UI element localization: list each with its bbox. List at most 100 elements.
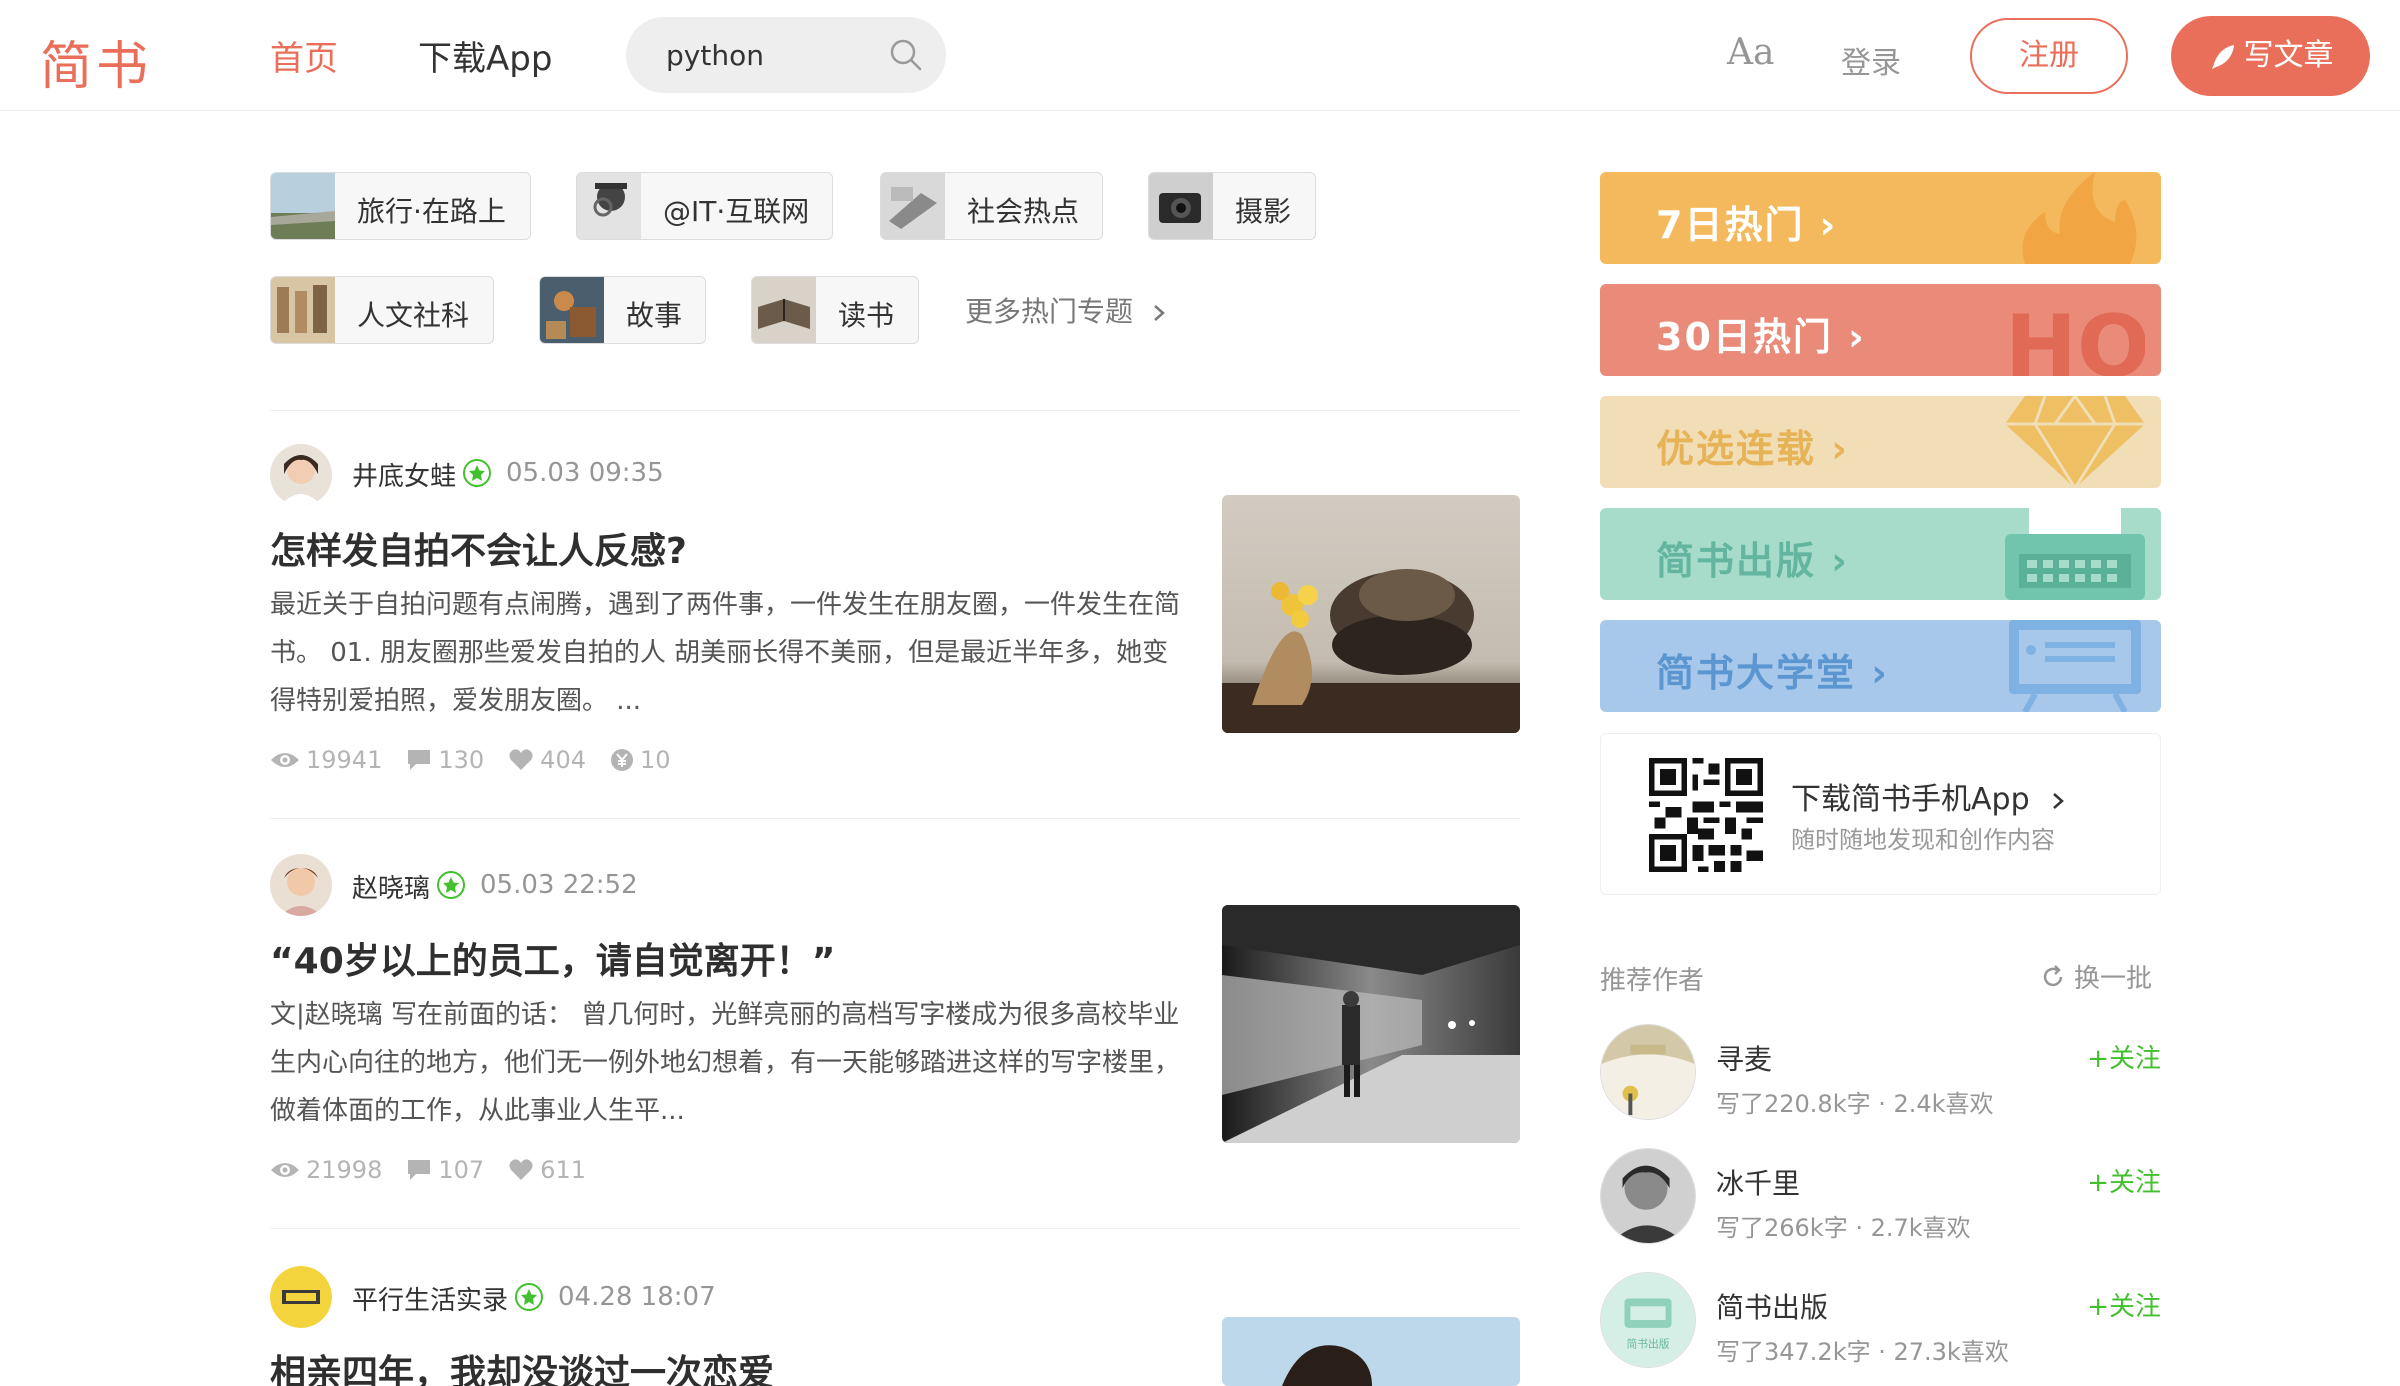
article-thumbnail[interactable] (1222, 495, 1520, 733)
author-name[interactable]: 简书出版 (1716, 1286, 1828, 1326)
article-item[interactable]: 井底女蛙 05.03 09:35 怎样发自拍不会让人反感? 最近关于自拍问题有点… (270, 440, 1520, 820)
follow-button[interactable]: +关注 (2087, 1162, 2161, 1199)
author-avatar[interactable] (270, 854, 332, 916)
topic-photography[interactable]: 摄影 (1148, 172, 1316, 240)
topic-it[interactable]: @IT·互联网 (576, 172, 833, 240)
rewards-count: 10 (639, 746, 671, 774)
topic-humanities[interactable]: 人文社科 (270, 276, 494, 344)
author-avatar[interactable]: 简书出版 (1600, 1272, 1696, 1368)
search-input[interactable] (666, 35, 886, 75)
article-item[interactable]: 赵晓璃 05.03 22:52 “40岁以上的员工，请自觉离开！” 文|赵晓璃 … (270, 850, 1520, 1230)
comment-icon (408, 750, 431, 770)
search-icon[interactable] (888, 37, 924, 73)
topic-story[interactable]: 故事 (539, 276, 706, 344)
topic-label: 人文社科 (357, 299, 470, 332)
refresh-authors-button[interactable]: 换一批 (2040, 958, 2152, 995)
download-app-title[interactable]: 下载简书手机App (1791, 774, 2069, 818)
signup-button[interactable]: 注册 (1970, 18, 2128, 94)
author-name[interactable]: 平行生活实录 (352, 1280, 508, 1317)
comments-count: 130 (438, 746, 485, 774)
likes-count: 611 (540, 1156, 586, 1184)
avatar-caption: 简书出版 (1626, 1337, 1669, 1350)
top-navbar: 简书 首页 下载App Aa 登录 注册 写文章 (0, 0, 2400, 111)
more-topics-link[interactable]: 更多热门专题 (965, 290, 1170, 330)
typewriter-icon (2005, 508, 2145, 600)
author-name[interactable]: 井底女蛙 (352, 456, 456, 493)
follow-button[interactable]: +关注 (2087, 1286, 2161, 1323)
article-thumbnail[interactable] (1222, 1317, 1520, 1386)
verified-star-icon (437, 871, 465, 899)
verified-star-icon (463, 459, 491, 487)
download-app-subtitle: 随时随地发现和创作内容 (1791, 826, 2055, 854)
login-link[interactable]: 登录 (1841, 38, 1901, 82)
author-avatar[interactable] (270, 1266, 332, 1328)
article-title[interactable]: 怎样发自拍不会让人反感? (270, 522, 687, 574)
views-count: 19941 (306, 746, 383, 774)
article-thumbnail[interactable] (1222, 905, 1520, 1143)
board-30day-hot[interactable]: 30日热门 › HOT (1600, 284, 2161, 376)
svg-text:HOT: HOT (2005, 297, 2145, 376)
board-label: 优选连载 › (1656, 427, 1849, 471)
jianshu-logo[interactable]: 简书 (40, 24, 152, 99)
hot-text-icon: HOT (2005, 297, 2145, 376)
follow-button[interactable]: +关注 (2087, 1038, 2161, 1075)
yuan-coin-icon (610, 749, 633, 771)
nav-download-app[interactable]: 下载App (418, 31, 552, 80)
topic-travel[interactable]: 旅行·在路上 (270, 172, 531, 240)
board-jianshu-university[interactable]: 简书大学堂 › (1600, 620, 2161, 712)
topic-label: 故事 (626, 299, 683, 332)
board-label: 简书出版 › (1656, 539, 1849, 583)
board-label: 30日热门 › (1656, 315, 1866, 359)
author-name[interactable]: 冰千里 (1716, 1162, 1800, 1202)
views-count: 21998 (306, 1156, 383, 1184)
post-time: 04.28 18:07 (558, 1282, 716, 1312)
author-avatar[interactable] (1600, 1148, 1696, 1244)
chevron-right-icon (2053, 792, 2065, 809)
views-stat[interactable]: 21998 (270, 1156, 382, 1184)
topic-reading[interactable]: 读书 (751, 276, 919, 344)
download-app-card[interactable]: 下载简书手机App 随时随地发现和创作内容 (1600, 733, 2161, 895)
article-item[interactable]: 平行生活实录 04.28 18:07 相亲四年，我却没谈过一次恋爱 (270, 1262, 1520, 1386)
board-jianshu-publishing[interactable]: 简书出版 › (1600, 508, 2161, 600)
author-avatar[interactable] (1600, 1024, 1696, 1120)
topic-thumb-travel (271, 173, 335, 239)
comments-stat[interactable]: 130 (406, 746, 484, 774)
article-title[interactable]: “40岁以上的员工，请自觉离开！” (270, 932, 835, 984)
list-divider (270, 818, 1520, 819)
write-article-button[interactable]: 写文章 (2171, 16, 2370, 96)
flame-icon (2022, 172, 2137, 264)
author-name[interactable]: 赵晓璃 (352, 868, 430, 905)
board-label: 简书大学堂 › (1656, 651, 1889, 695)
comments-count: 107 (438, 1156, 485, 1184)
font-size-toggle[interactable]: Aa (1727, 32, 1774, 73)
chevron-right-icon (1154, 305, 1165, 321)
article-abstract: 文|赵晓璃 写在前面的话： 曾几何时，光鲜亮丽的高档写字楼成为很多高校毕业生内心… (270, 1000, 1181, 1126)
comments-stat[interactable]: 107 (406, 1156, 484, 1184)
author-name[interactable]: 寻麦 (1716, 1038, 1772, 1078)
topic-thumb-it (577, 173, 641, 239)
board-7day-hot[interactable]: 7日热门 › (1600, 172, 2161, 264)
article-meta: 19941 130 404 10 (270, 746, 671, 774)
post-time: 05.03 22:52 (480, 870, 638, 900)
eye-icon (271, 753, 299, 767)
board-label: 7日热门 › (1656, 203, 1838, 247)
author-avatar[interactable] (270, 444, 332, 506)
likes-stat: 404 (508, 746, 586, 774)
views-stat[interactable]: 19941 (270, 746, 382, 774)
nav-home[interactable]: 首页 (270, 31, 338, 80)
diamond-icon (2005, 396, 2145, 488)
topic-social-hot[interactable]: 社会热点 (880, 172, 1103, 240)
rewards-stat: 10 (610, 746, 671, 774)
author-stats: 写了347.2k字 · 27.3k喜欢 (1716, 1338, 2009, 1366)
recommended-author: 寻麦 写了220.8k字 · 2.4k喜欢 +关注 (1600, 1024, 2161, 1124)
topic-label: @IT·互联网 (663, 195, 810, 228)
topic-thumb-humanities (271, 277, 335, 343)
topic-label: 旅行·在路上 (357, 195, 506, 228)
board-selected-serial[interactable]: 优选连载 › (1600, 396, 2161, 488)
article-title[interactable]: 相亲四年，我却没谈过一次恋爱 (270, 1344, 774, 1386)
more-topics-label: 更多热门专题 (965, 295, 1134, 328)
qr-code-icon (1649, 758, 1763, 872)
recommend-authors-title: 推荐作者 (1600, 966, 1705, 996)
recommended-author: 简书出版 简书出版 写了347.2k字 · 27.3k喜欢 +关注 (1600, 1272, 2161, 1372)
feather-pen-icon (2211, 44, 2234, 69)
